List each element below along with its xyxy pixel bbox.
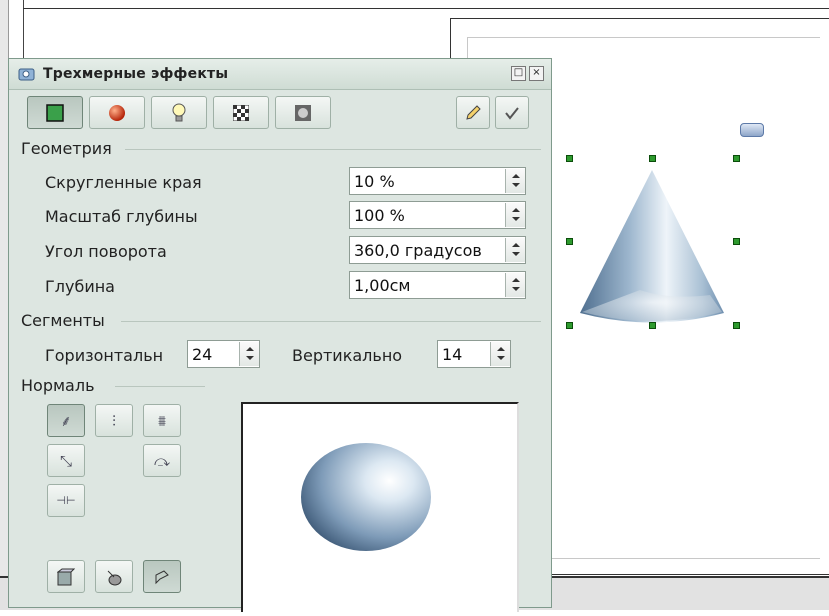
selection-handle[interactable] [733,238,740,245]
selection-handle[interactable] [733,322,740,329]
convert-to-lathe-button[interactable] [95,560,133,593]
textures-button[interactable] [213,96,269,129]
depth-value: 1,00см [354,276,411,295]
dialog-titlebar[interactable]: Трехмерные эффекты □ × [9,59,551,90]
spin-down-icon[interactable] [512,217,520,221]
lathe-object-icon [107,570,122,585]
3d-effects-icon [18,66,36,82]
preview-panel[interactable] [241,402,519,612]
sphere-preview [301,443,431,551]
depth-label: Глубина [45,277,115,296]
restore-button[interactable]: □ [511,66,526,81]
shading-icon [109,104,125,121]
cone-3d-object[interactable] [570,150,740,335]
invert-normals-button[interactable]: ⤡ [47,444,85,477]
spin-down-icon[interactable] [246,356,254,360]
material-icon [295,104,311,121]
illumination-button[interactable] [151,96,207,129]
vertical-segments-value: 14 [442,345,463,364]
selection-handle[interactable] [566,155,573,162]
depth-field[interactable]: 1,00см [349,271,526,299]
lightbulb-icon [172,103,186,121]
pencil-icon [466,104,481,120]
spin-up-icon[interactable] [512,174,520,178]
spherical-normals-icon: ⩩ [157,411,166,430]
double-sided-lighting-icon: ⤼ [153,451,171,470]
rotation-angle-field[interactable]: 360,0 градусов [349,236,526,264]
restore-icon: □ [513,67,524,78]
3d-effects-dialog: Трехмерные эффекты □ × Геометрия Скругле… [8,58,552,612]
shading-button[interactable] [89,96,145,129]
spin-buttons[interactable] [505,169,525,193]
texture-icon [233,104,249,121]
separator [121,321,541,322]
assign-button[interactable] [456,96,490,129]
geometry-button[interactable] [27,96,83,129]
horizontal-segments-field[interactable]: 24 [187,340,260,368]
cone-graphic [580,170,724,323]
flat-normals-button[interactable]: ⫶ [95,404,133,437]
convert-to-3d-button[interactable] [47,560,85,593]
vertical-segments-label: Вертикально [292,346,403,365]
selection-handle[interactable] [649,155,656,162]
dialog-title: Трехмерные эффекты [43,66,229,82]
spin-buttons[interactable] [239,342,259,366]
spin-down-icon[interactable] [512,183,520,187]
spin-buttons[interactable] [505,273,525,297]
separator [125,149,541,150]
invert-normals-icon: ⤡ [59,451,72,470]
rounded-edges-label: Скругленные края [45,173,202,192]
convert-3d-icon [57,568,75,585]
page-border-line [23,8,829,9]
spin-buttons[interactable] [505,238,525,262]
object-normals-icon: ⸙ [60,411,72,430]
normals-section-label: Нормаль [21,376,95,395]
close-icon: × [532,67,541,78]
rotation-angle-label: Угол поворота [45,242,167,261]
selection-handle[interactable] [566,238,573,245]
spin-down-icon[interactable] [512,287,520,291]
link-chain-icon [740,123,764,137]
spin-up-icon[interactable] [512,208,520,212]
checkmark-icon [505,106,519,120]
spin-up-icon[interactable] [512,278,520,282]
spin-down-icon[interactable] [497,356,505,360]
separator [115,386,205,387]
selection-handle[interactable] [649,322,656,329]
spin-down-icon[interactable] [512,252,520,256]
close-button[interactable]: × [529,66,544,81]
object-normals-button[interactable]: ⸙ [47,404,85,437]
rounded-edges-field[interactable]: 10 % [349,167,526,195]
depth-scale-field[interactable]: 100 % [349,201,526,229]
double-sided-button[interactable]: ⊣⊢ [47,484,85,517]
spin-up-icon[interactable] [246,347,254,351]
vertical-segments-field[interactable]: 14 [437,340,511,368]
geometry-section-label: Геометрия [21,139,112,158]
perspective-button[interactable] [143,560,181,593]
segments-section-label: Сегменты [21,311,105,330]
depth-scale-value: 100 % [354,206,405,225]
perspective-icon [155,569,169,584]
depth-scale-label: Масштаб глубины [45,207,198,226]
spin-up-icon[interactable] [497,347,505,351]
spin-up-icon[interactable] [512,243,520,247]
horizontal-segments-label: Горизонтальн [45,346,164,365]
rotation-angle-value: 360,0 градусов [354,241,482,260]
material-button[interactable] [275,96,331,129]
spherical-normals-button[interactable]: ⩩ [143,404,181,437]
double-sided-icon: ⊣⊢ [56,494,76,507]
spin-buttons[interactable] [490,342,510,366]
selection-handle[interactable] [733,155,740,162]
spin-buttons[interactable] [505,203,525,227]
horizontal-segments-value: 24 [192,345,213,364]
flat-normals-icon: ⫶ [112,411,116,430]
selection-handle[interactable] [566,322,573,329]
update-button[interactable] [495,96,529,129]
geometry-icon [46,103,64,122]
rounded-edges-value: 10 % [354,172,395,191]
double-sided-lighting-button[interactable]: ⤼ [143,444,181,477]
